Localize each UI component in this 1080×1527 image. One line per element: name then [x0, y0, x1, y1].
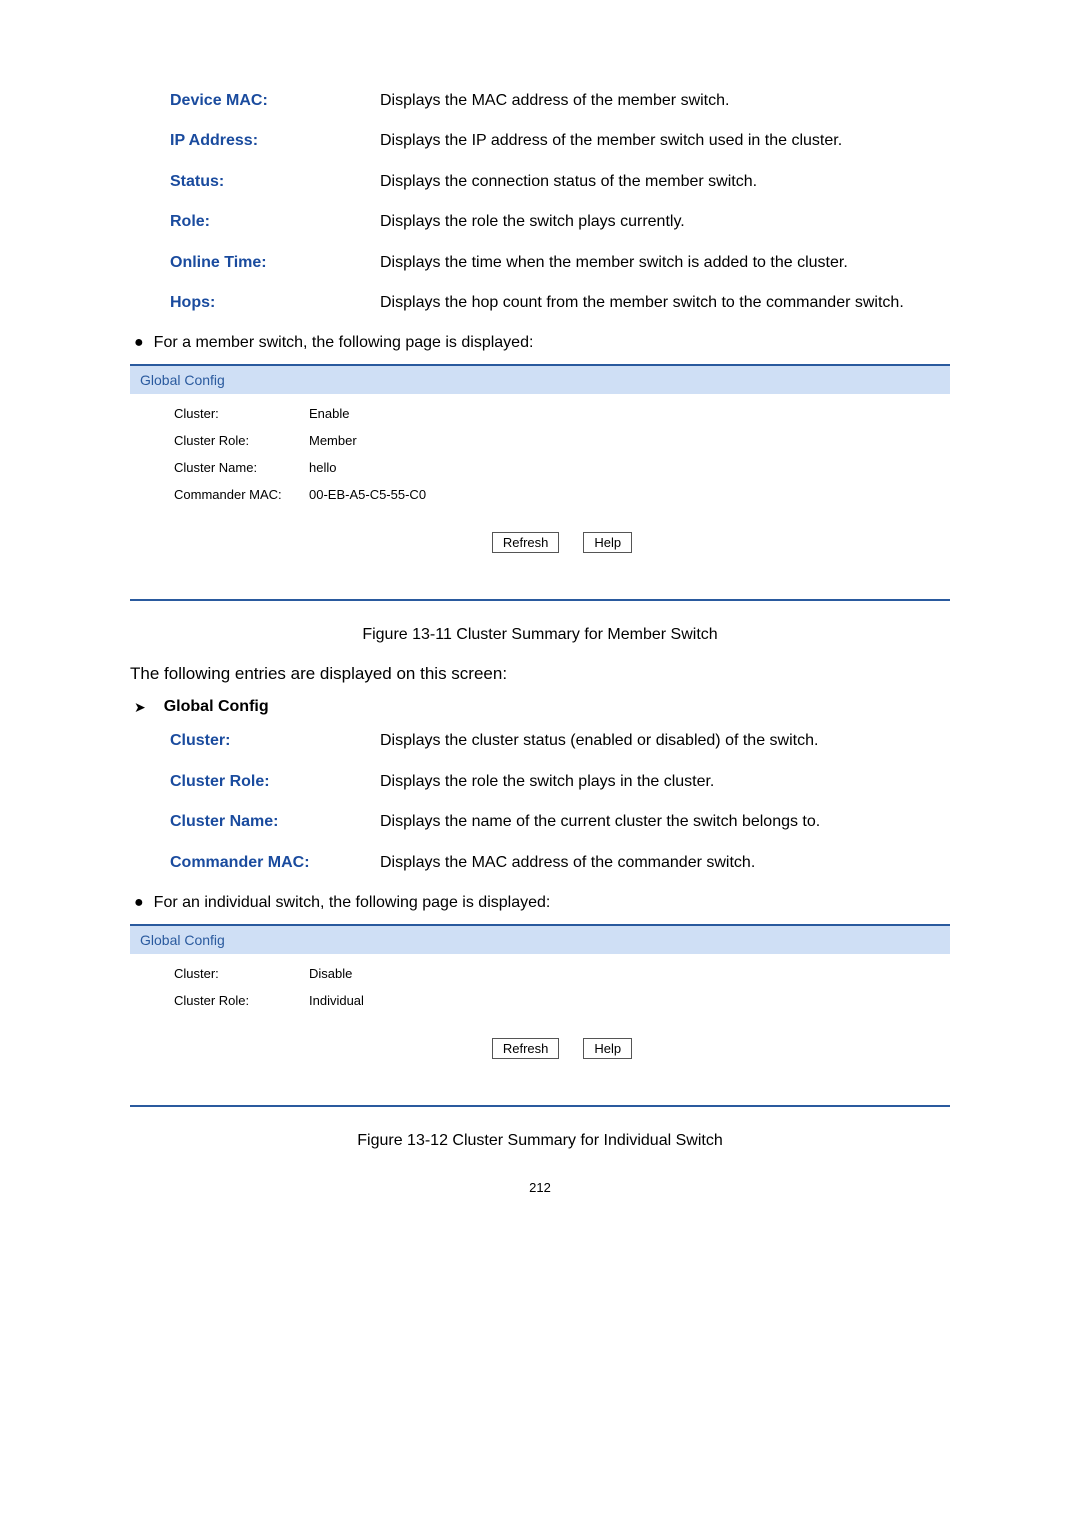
- refresh-button[interactable]: Refresh: [492, 532, 560, 553]
- intro-text: The following entries are displayed on t…: [130, 664, 950, 684]
- refresh-button[interactable]: Refresh: [492, 1038, 560, 1059]
- def-row: Role: Displays the role the switch plays…: [170, 211, 950, 233]
- panel-row: Cluster Role: Member: [174, 433, 950, 448]
- def-row: Cluster Role: Displays the role the swit…: [170, 771, 950, 793]
- def-desc: Displays the connection status of the me…: [380, 171, 950, 193]
- def-term: Cluster Name:: [170, 811, 380, 833]
- def-row: Status: Displays the connection status o…: [170, 171, 950, 193]
- panel-label: Cluster:: [174, 966, 309, 981]
- bullet-text: For an individual switch, the following …: [154, 894, 551, 912]
- def-desc: Displays the name of the current cluster…: [380, 811, 950, 833]
- arrow-icon: ➤: [134, 699, 146, 716]
- def-term: Cluster:: [170, 730, 380, 752]
- panel-label: Cluster Name:: [174, 460, 309, 475]
- def-term: Online Time:: [170, 252, 380, 274]
- panel-body: Cluster: Disable Cluster Role: Individua…: [130, 954, 950, 1105]
- figure-caption-1: Figure 13-11 Cluster Summary for Member …: [130, 626, 950, 644]
- panel-value: hello: [309, 460, 336, 475]
- panel-row: Cluster: Enable: [174, 406, 950, 421]
- def-row: Cluster: Displays the cluster status (en…: [170, 730, 950, 752]
- panel-label: Cluster Role:: [174, 993, 309, 1008]
- def-row: Device MAC: Displays the MAC address of …: [170, 90, 950, 112]
- page-number: 212: [130, 1180, 950, 1195]
- def-row: Commander MAC: Displays the MAC address …: [170, 852, 950, 874]
- panel-buttons: Refresh Help: [174, 532, 950, 553]
- individual-config-panel: Global Config Cluster: Disable Cluster R…: [130, 924, 950, 1107]
- def-desc: Displays the time when the member switch…: [380, 252, 950, 274]
- bullet-icon: ●: [134, 334, 144, 352]
- global-config-section: ➤ Global Config: [130, 698, 950, 716]
- bullet-icon: ●: [134, 894, 144, 912]
- help-button[interactable]: Help: [583, 1038, 632, 1059]
- panel-row: Cluster: Disable: [174, 966, 950, 981]
- panel-value: Member: [309, 433, 357, 448]
- panel-row: Cluster Name: hello: [174, 460, 950, 475]
- def-term: Commander MAC:: [170, 852, 380, 874]
- figure-caption-2: Figure 13-12 Cluster Summary for Individ…: [130, 1132, 950, 1150]
- def-desc: Displays the MAC address of the commande…: [380, 852, 950, 874]
- section-title: Global Config: [164, 698, 269, 716]
- def-desc: Displays the role the switch plays curre…: [380, 211, 950, 233]
- member-config-panel: Global Config Cluster: Enable Cluster Ro…: [130, 364, 950, 601]
- def-term: Role:: [170, 211, 380, 233]
- def-desc: Displays the IP address of the member sw…: [380, 130, 950, 152]
- def-row: Online Time: Displays the time when the …: [170, 252, 950, 274]
- panel-label: Cluster:: [174, 406, 309, 421]
- def-row: IP Address: Displays the IP address of t…: [170, 130, 950, 152]
- bullet-individual-switch: ● For an individual switch, the followin…: [130, 894, 950, 912]
- help-button[interactable]: Help: [583, 532, 632, 553]
- panel-header: Global Config: [130, 366, 950, 394]
- def-term: IP Address:: [170, 130, 380, 152]
- panel-value: Disable: [309, 966, 352, 981]
- panel-row: Commander MAC: 00-EB-A5-C5-55-C0: [174, 487, 950, 502]
- bullet-text: For a member switch, the following page …: [154, 334, 534, 352]
- panel-value: Enable: [309, 406, 349, 421]
- panel-value: 00-EB-A5-C5-55-C0: [309, 487, 426, 502]
- def-term: Device MAC:: [170, 90, 380, 112]
- def-desc: Displays the role the switch plays in th…: [380, 771, 950, 793]
- panel-body: Cluster: Enable Cluster Role: Member Clu…: [130, 394, 950, 599]
- def-term: Hops:: [170, 292, 380, 314]
- panel-buttons: Refresh Help: [174, 1038, 950, 1059]
- def-term: Cluster Role:: [170, 771, 380, 793]
- def-row: Cluster Name: Displays the name of the c…: [170, 811, 950, 833]
- def-desc: Displays the MAC address of the member s…: [380, 90, 950, 112]
- panel-row: Cluster Role: Individual: [174, 993, 950, 1008]
- def-desc: Displays the hop count from the member s…: [380, 292, 950, 314]
- panel-header: Global Config: [130, 926, 950, 954]
- def-row: Hops: Displays the hop count from the me…: [170, 292, 950, 314]
- mid-definitions: Cluster: Displays the cluster status (en…: [170, 730, 950, 874]
- panel-label: Cluster Role:: [174, 433, 309, 448]
- def-desc: Displays the cluster status (enabled or …: [380, 730, 950, 752]
- top-definitions: Device MAC: Displays the MAC address of …: [170, 90, 950, 314]
- panel-label: Commander MAC:: [174, 487, 309, 502]
- panel-value: Individual: [309, 993, 364, 1008]
- bullet-member-switch: ● For a member switch, the following pag…: [130, 334, 950, 352]
- def-term: Status:: [170, 171, 380, 193]
